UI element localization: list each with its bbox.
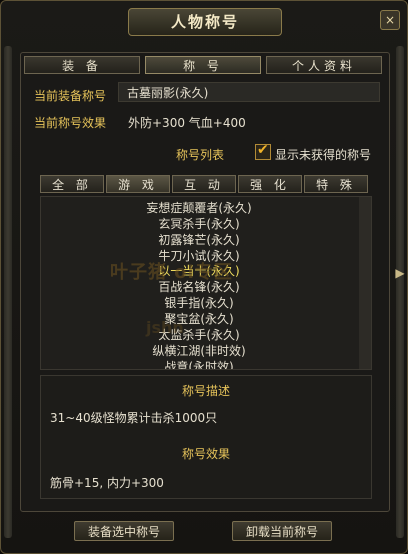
current-effect-value: 外防+300 气血+400 [128, 116, 246, 130]
description-title: 称号描述 [181, 384, 230, 398]
current-effect-label: 当前称号效果 [34, 116, 107, 130]
show-unobtained-checkbox[interactable]: ✔ [255, 142, 271, 160]
expand-arrow-icon[interactable]: ▶ [394, 266, 406, 282]
effect-title: 称号效果 [181, 447, 230, 461]
title-bar: 人物称号 × [0, 0, 408, 40]
filter-game[interactable]: 游 戏 [106, 175, 170, 193]
left-border [4, 46, 12, 538]
list-scrollbar[interactable] [359, 197, 371, 369]
check-icon: ✔ [257, 142, 269, 158]
description-text: 31~40级怪物累计击杀1000只 [50, 411, 218, 425]
filter-bar: 全 部 游 戏 互 动 强 化 特 殊 [40, 175, 370, 193]
list-item[interactable]: 纵横江湖(非时效) [41, 344, 357, 359]
filter-special[interactable]: 特 殊 [304, 175, 368, 193]
filter-enhance[interactable]: 强 化 [238, 175, 302, 193]
list-item[interactable]: 玄冥杀手(永久) [41, 217, 357, 232]
filter-interaction[interactable]: 互 动 [172, 175, 236, 193]
equip-selected-button[interactable]: 装备选中称号 [74, 521, 174, 541]
current-title-label: 当前装备称号 [34, 89, 107, 103]
show-unobtained-label[interactable]: 显示未获得的称号 [275, 146, 371, 163]
unequip-current-button[interactable]: 卸载当前称号 [232, 521, 332, 541]
window-title: 人物称号 [128, 8, 282, 36]
list-item[interactable]: 银手指(永久) [41, 296, 357, 311]
effect-text: 筋骨+15, 内力+300 [50, 476, 164, 490]
title-list-heading: 称号列表 [176, 148, 225, 162]
close-icon[interactable]: × [380, 10, 400, 30]
tab-titles[interactable]: 称 号 [145, 56, 261, 74]
list-item[interactable]: 战意(永时效) [41, 360, 357, 369]
watermark-text: 叶子猪 ol专区 [110, 262, 233, 283]
current-title-field: 古墓丽影(永久) [118, 82, 380, 102]
list-item[interactable]: 妄想症颠覆者(永久) [41, 201, 357, 216]
list-item[interactable]: 太监杀手(永久) [41, 328, 357, 343]
tab-bar: 装 备 称 号 个人资料 [24, 56, 384, 74]
filter-all[interactable]: 全 部 [40, 175, 104, 193]
tab-equipment[interactable]: 装 备 [24, 56, 140, 74]
watermark-text-2: jshn [146, 318, 184, 337]
right-border [396, 46, 404, 538]
description-panel: 称号描述 31~40级怪物累计击杀1000只 称号效果 筋骨+15, 内力+30… [40, 375, 372, 499]
list-item[interactable]: 聚宝盆(永久) [41, 312, 357, 327]
tab-profile[interactable]: 个人资料 [266, 56, 382, 74]
list-item[interactable]: 初露锋芒(永久) [41, 233, 357, 248]
